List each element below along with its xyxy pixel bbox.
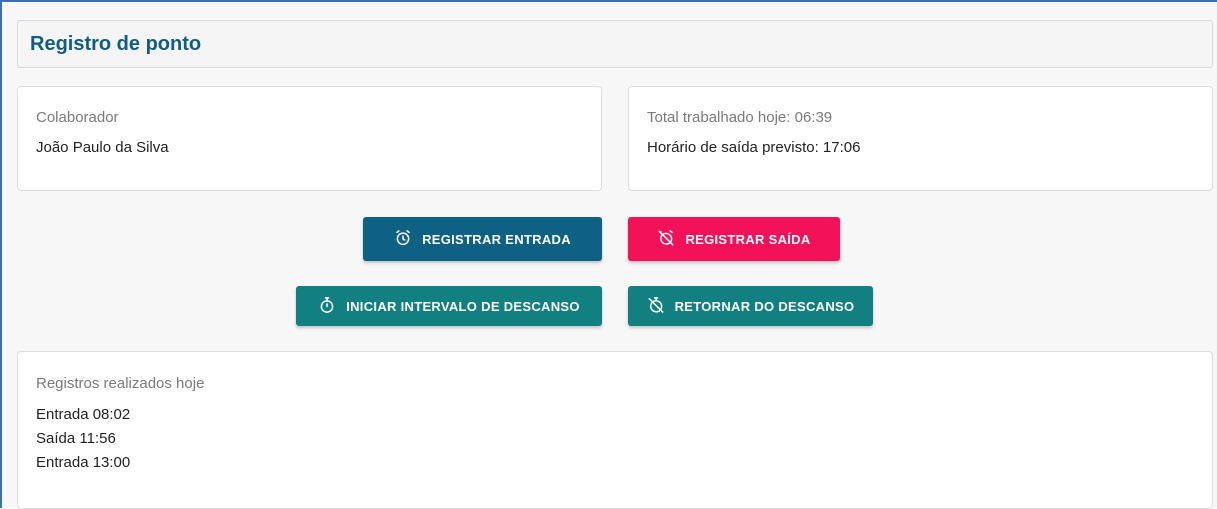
colaborador-name: João Paulo da Silva: [36, 139, 169, 156]
iniciar-intervalo-label: INICIAR INTERVALO DE DESCANSO: [346, 298, 580, 314]
saida-prevista-text: Horário de saída previsto: 17:06: [647, 139, 861, 156]
list-item: Entrada 13:00: [36, 454, 131, 471]
retornar-descanso-button[interactable]: RETORNAR DO DESCANSO: [628, 286, 873, 326]
retornar-descanso-label: RETORNAR DO DESCANSO: [674, 298, 855, 314]
registrar-saida-label: REGISTRAR SAÍDA: [685, 231, 811, 247]
app-frame: Registro de ponto Colaborador João Paulo…: [0, 0, 1217, 509]
registros-card: Registros realizados hoje Entrada 08:02 …: [17, 351, 1213, 509]
stopwatch-off-icon: [647, 296, 665, 317]
colaborador-card: Colaborador João Paulo da Silva: [17, 86, 602, 191]
registrar-entrada-label: REGISTRAR ENTRADA: [422, 231, 571, 247]
alarm-off-icon: [657, 229, 675, 250]
iniciar-intervalo-button[interactable]: INICIAR INTERVALO DE DESCANSO: [296, 286, 602, 326]
alarm-clock-icon: [394, 229, 412, 250]
list-item: Saída 11:56: [36, 430, 116, 447]
resumo-card: Total trabalhado hoje: 06:39 Horário de …: [628, 86, 1213, 191]
registrar-entrada-button[interactable]: REGISTRAR ENTRADA: [363, 217, 602, 261]
registros-list: Entrada 08:02 Saída 11:56 Entrada 13:00: [36, 403, 130, 475]
page-header: Registro de ponto: [17, 20, 1213, 68]
total-trabalhado-text: Total trabalhado hoje: 06:39: [647, 109, 833, 126]
stopwatch-icon: [318, 296, 336, 317]
registros-label: Registros realizados hoje: [36, 375, 205, 392]
list-item: Entrada 08:02: [36, 406, 131, 423]
page-title: Registro de ponto: [30, 33, 202, 55]
registrar-saida-button[interactable]: REGISTRAR SAÍDA: [628, 217, 840, 261]
colaborador-label: Colaborador: [36, 109, 119, 126]
